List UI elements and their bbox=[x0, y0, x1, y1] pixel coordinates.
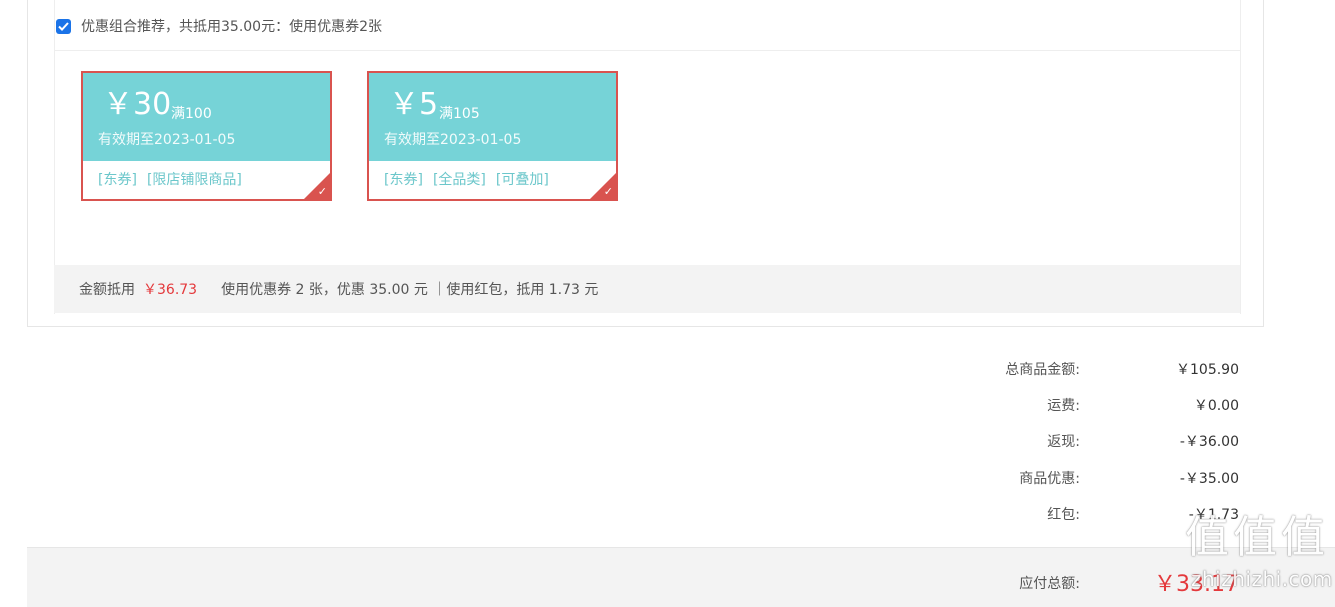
totals-label: 返现: bbox=[1047, 434, 1080, 450]
totals-label: 红包: bbox=[1047, 507, 1080, 523]
coupon-tags: [东券] [全品类] [可叠加] bbox=[384, 169, 549, 189]
coupon-header: ￥30 满100 有效期至2023-01-05 bbox=[83, 73, 330, 161]
product-discount-row: 商品优惠: -￥35.00 bbox=[0, 468, 1335, 488]
totals-label: 运费: bbox=[1047, 398, 1080, 414]
watermark-glyph: 值 bbox=[1233, 512, 1277, 563]
red-packet-row: 红包: -￥1.73 bbox=[0, 504, 1335, 524]
coupon-tag: [全品类] bbox=[432, 172, 486, 188]
shipping-row: 运费: ￥0.00 bbox=[0, 395, 1335, 415]
coupon-condition: 满105 bbox=[439, 106, 480, 122]
cashback-row: 返现: -￥36.00 bbox=[0, 431, 1335, 451]
combo-recommend-row[interactable]: 优惠组合推荐，共抵用35.00元：使用优惠券2张 bbox=[56, 14, 382, 38]
divider bbox=[54, 50, 1240, 51]
totals-label: 总商品金额: bbox=[1005, 362, 1080, 378]
summary-label: 金额抵用 bbox=[79, 282, 135, 298]
selected-check-icon: ✓ bbox=[317, 185, 327, 198]
watermark-glyph: 值 bbox=[1185, 512, 1229, 563]
coupon-tags: [东券] [限店铺限商品] bbox=[98, 169, 242, 189]
coupon-tag: [东券] bbox=[384, 172, 423, 188]
totals-value: -￥35.00 bbox=[1179, 471, 1239, 487]
coupon-amount: ￥5 bbox=[389, 87, 439, 122]
total-goods-row: 总商品金额: ￥105.90 bbox=[0, 359, 1335, 379]
coupon-tag: [限店铺限商品] bbox=[146, 172, 242, 188]
coupon-card[interactable]: ￥30 满100 有效期至2023-01-05 [东券] [限店铺限商品] ✓ bbox=[81, 71, 332, 201]
discount-summary-bar: 金额抵用 ￥36.73 使用优惠券 2 张，优惠 35.00 元 ｜使用红包，抵… bbox=[54, 265, 1240, 313]
summary-amount: ￥36.73 bbox=[143, 282, 198, 298]
summary-detail: 使用优惠券 2 张，优惠 35.00 元 ｜使用红包，抵用 1.73 元 bbox=[221, 282, 599, 298]
coupon-valid-date: 有效期至2023-01-05 bbox=[384, 132, 522, 148]
totals-label: 商品优惠: bbox=[1019, 471, 1080, 487]
coupon-header: ￥5 满105 有效期至2023-01-05 bbox=[369, 73, 616, 161]
coupon-amount: ￥30 bbox=[103, 87, 172, 122]
selected-check-icon: ✓ bbox=[603, 185, 613, 198]
totals-value: ￥105.90 bbox=[1176, 362, 1239, 378]
coupon-condition: 满100 bbox=[171, 106, 212, 122]
totals-value: -￥36.00 bbox=[1179, 434, 1239, 450]
coupon-tag: [可叠加] bbox=[495, 172, 549, 188]
combo-text: 优惠组合推荐，共抵用35.00元：使用优惠券2张 bbox=[81, 19, 382, 35]
payable-bar bbox=[27, 547, 1335, 607]
watermark-logo: 值 值 值 bbox=[1185, 512, 1325, 563]
coupon-valid-date: 有效期至2023-01-05 bbox=[98, 132, 236, 148]
combo-checkbox[interactable] bbox=[56, 18, 71, 34]
watermark-glyph: 值 bbox=[1281, 512, 1325, 563]
watermark-url: zhizhizhi.com bbox=[1191, 567, 1333, 591]
coupon-tag: [东券] bbox=[98, 172, 137, 188]
site-watermark: 值 值 值 zhizhizhi.com bbox=[1181, 512, 1332, 595]
coupon-card[interactable]: ￥5 满105 有效期至2023-01-05 [东券] [全品类] [可叠加] … bbox=[367, 71, 618, 201]
payable-label: 应付总额: bbox=[1019, 576, 1080, 592]
checkmark-icon bbox=[58, 21, 69, 31]
totals-value: ￥0.00 bbox=[1193, 398, 1239, 414]
